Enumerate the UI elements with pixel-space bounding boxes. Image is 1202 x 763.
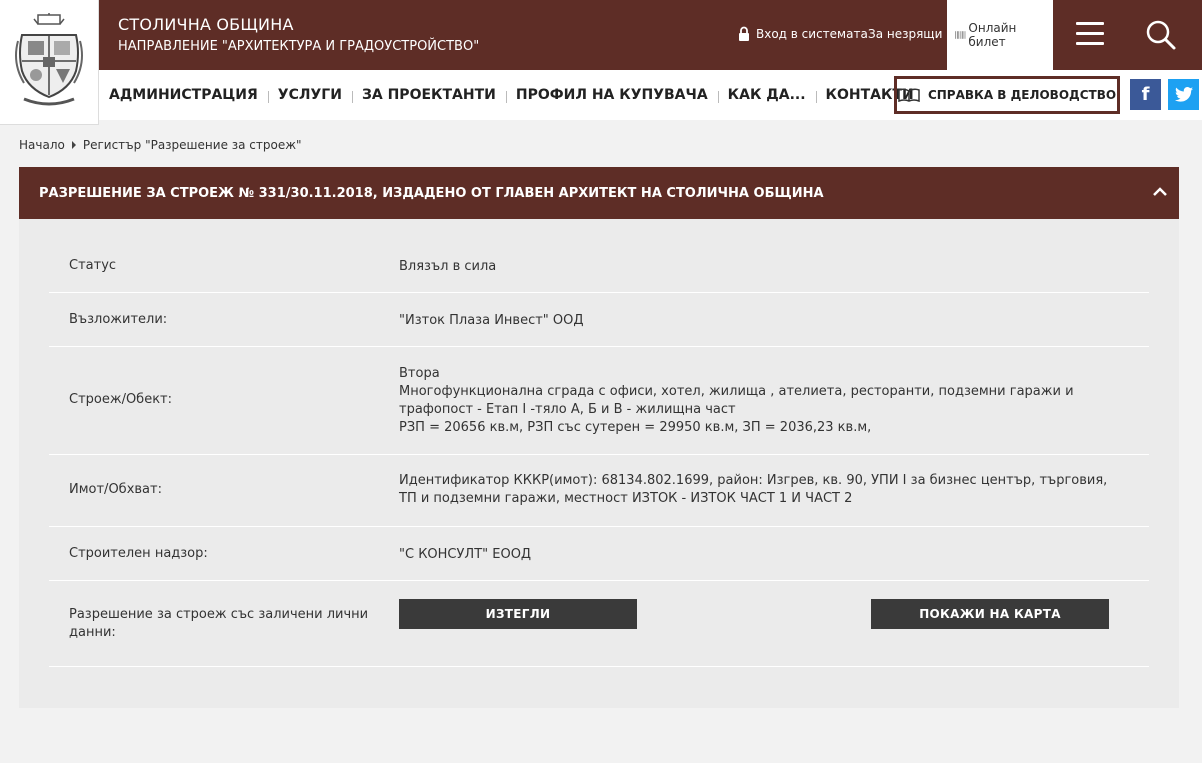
permit-title: РАЗРЕШЕНИЕ ЗА СТРОЕЖ № 331/30.11.2018, И… [39,185,824,201]
chevron-up-icon[interactable] [1153,186,1167,196]
download-button[interactable]: ИЗТЕГЛИ [399,599,637,629]
main-navigation: АДМИНИСТРАЦИЯ УСЛУГИ ЗА ПРОЕКТАНТИ ПРОФИ… [99,70,1202,120]
login-link[interactable]: Вход в системата [738,26,868,41]
object-value: Втора Многофункционална сграда с офиси, … [399,365,1129,437]
search-icon[interactable] [1145,19,1177,55]
online-ticket-link[interactable]: Онлайн билет [947,0,1053,70]
property-label: Имот/Обхват: [69,482,162,497]
show-on-map-button[interactable]: ПОКАЖИ НА КАРТА [871,599,1109,629]
supervision-value: "С КОНСУЛТ" ЕООД [399,547,532,562]
open-book-icon [898,88,920,102]
top-header: СТОЛИЧНА ОБЩИНА НАПРАВЛЕНИЕ "АРХИТЕКТУРА… [99,0,1202,70]
sofia-coat-of-arms-logo[interactable] [0,0,99,125]
coat-of-arms-icon [15,13,83,106]
nav-item-for-designers[interactable]: ЗА ПРОЕКТАНТИ [351,87,506,103]
facebook-icon[interactable]: f [1130,79,1161,110]
docs-inquiry-label: СПРАВКА В ДЕЛОВОДСТВО [927,88,1117,102]
lock-icon [739,26,749,41]
assignors-label: Възложители: [69,312,168,327]
nav-item-administration[interactable]: АДМИНИСТРАЦИЯ [99,87,268,103]
permit-details-panel: РАЗРЕШЕНИЕ ЗА СТРОЕЖ № 331/30.11.2018, И… [19,167,1179,708]
permit-row-property: Имот/Обхват: Идентификатор КККР(имот): 6… [49,455,1149,527]
object-label: Строеж/Обект: [69,392,172,407]
assignors-value: "Изток Плаза Инвест" ООД [399,313,584,328]
barcode-icon [955,31,966,39]
login-label: Вход в системата [756,26,868,41]
object-areas: РЗП = 20656 кв.м, РЗП със сутерен = 2995… [399,420,872,435]
permit-row-supervision: Строителен надзор: "С КОНСУЛТ" ЕООД [49,527,1149,581]
object-category: Втора [399,366,440,381]
object-description: Многофункционална сграда с офиси, хотел,… [399,384,1074,417]
status-label: Статус [69,258,117,273]
status-value: Влязъл в сила [399,259,497,274]
visually-impaired-link[interactable]: За незрящи [868,27,942,41]
download-label: Разрешение за строеж със заличени лични … [69,607,369,640]
online-ticket-label: Онлайн билет [968,21,1017,49]
property-value: Идентификатор КККР(имот): 68134.802.1699… [399,473,1108,506]
permit-row-download: Разрешение за строеж със заличени лични … [49,581,1149,667]
permit-row-assignors: Възложители: "Изток Плаза Инвест" ООД [49,293,1149,347]
org-subtitle[interactable]: НАПРАВЛЕНИЕ "АРХИТЕКТУРА И ГРАДОУСТРОЙСТ… [118,39,479,54]
nav-item-buyer-profile[interactable]: ПРОФИЛ НА КУПУВАЧА [505,87,718,103]
twitter-icon[interactable] [1168,79,1199,110]
hamburger-icon[interactable] [1076,22,1104,46]
breadcrumb-home-link[interactable]: Начало [19,138,65,152]
permit-row-object: Строеж/Обект: Втора Многофункционална сг… [49,347,1149,455]
org-title[interactable]: СТОЛИЧНА ОБЩИНА [118,15,294,34]
nav-item-services[interactable]: УСЛУГИ [267,87,352,103]
permit-row-status: Статус Влязъл в сила [49,219,1149,293]
permit-panel-header[interactable]: РАЗРЕШЕНИЕ ЗА СТРОЕЖ № 331/30.11.2018, И… [19,167,1179,219]
chevron-right-icon [71,141,76,149]
breadcrumb: Начало Регистър "Разрешение за строеж" [19,138,302,152]
docs-inquiry-button[interactable]: СПРАВКА В ДЕЛОВОДСТВО [894,76,1120,114]
nav-item-how-to[interactable]: КАК ДА... [717,87,816,103]
breadcrumb-current-link[interactable]: Регистър "Разрешение за строеж" [83,138,302,152]
supervision-label: Строителен надзор: [69,546,208,561]
